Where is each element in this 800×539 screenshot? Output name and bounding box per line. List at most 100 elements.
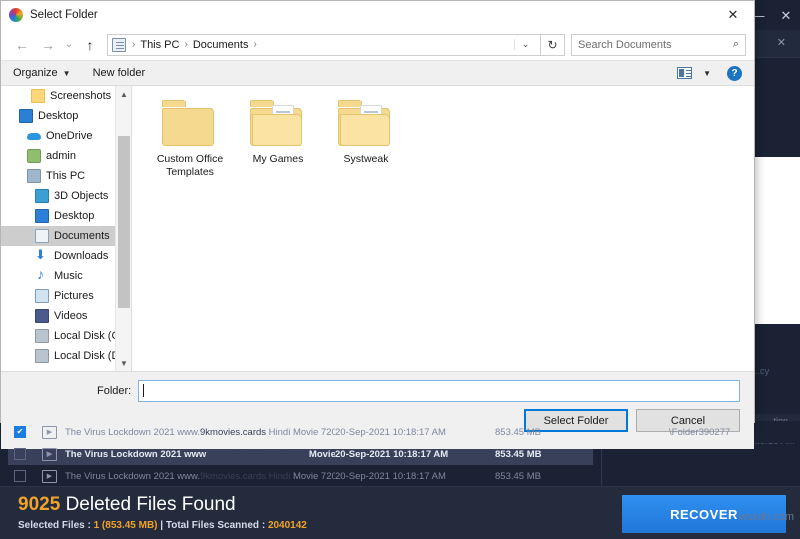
select-folder-dialog: Select Folder ✕ ← → ⌄ ↑ › This PC › Docu… (0, 0, 755, 449)
tree-item-admin[interactable]: admin (1, 146, 131, 166)
new-folder-button[interactable]: New folder (93, 67, 146, 79)
search-input[interactable]: Search Documents ⌕ (571, 33, 746, 56)
desktop-icon (19, 109, 33, 123)
organize-button[interactable]: Organize ▼ (13, 67, 71, 79)
documents-icon (35, 229, 49, 243)
tree-item-pictures[interactable]: Pictures (1, 286, 131, 306)
tree-item-3d-objects[interactable]: 3D Objects (1, 186, 131, 206)
tree-item-label: admin (46, 150, 76, 162)
watermark: wsxdn.com (738, 511, 794, 523)
cell-size: 853.45 MB (495, 470, 541, 482)
dialog-command-bar: Organize ▼ New folder ▼ ? (1, 60, 754, 86)
table-row[interactable]: ▶ The Virus Lockdown 2021 www.9kmovies.c… (0, 465, 800, 487)
refresh-icon[interactable]: ↻ (541, 33, 565, 56)
folder-icon (250, 100, 306, 146)
scrollbar-thumb[interactable] (118, 136, 130, 308)
selected-files-value: 1 (853.45 MB) (93, 520, 158, 531)
cell-file-name: The Virus Lockdown 2021 www.9kmovies.car… (65, 448, 335, 460)
breadcrumb[interactable]: › This PC › Documents › ⌄ (107, 33, 541, 56)
dialog-title-bar: Select Folder ✕ (1, 1, 754, 29)
info-line: Files that are severely damaged or (750, 202, 800, 216)
info-card-text: Files that are severely damaged or corru… (750, 202, 800, 282)
tree-item-downloads[interactable]: Downloads (1, 246, 131, 266)
cell-file-name: The Virus Lockdown 2021 www.9kmovies.car… (65, 470, 335, 482)
tree-item-label: Music (54, 270, 83, 282)
tree-item-desktop-pc[interactable]: Desktop (1, 206, 131, 226)
navigation-tree: Screenshots Desktop OneDrive admin This … (1, 86, 132, 371)
breadcrumb-separator: › (132, 39, 136, 50)
row-checkbox[interactable] (14, 448, 26, 460)
tree-item-documents[interactable]: Documents (1, 226, 131, 246)
deleted-files-found-title: 9025 Deleted Files Found (18, 494, 236, 516)
tree-scrollbar[interactable]: ▲ ▼ (115, 86, 131, 371)
info-line: a Quick scan to perform. (750, 244, 800, 258)
chevron-down-icon[interactable]: ▼ (703, 69, 711, 78)
close-icon[interactable]: ✕ (772, 0, 800, 30)
downloads-icon (35, 247, 49, 263)
cell-size: 853.45 MB (495, 426, 541, 438)
info-line: A Preview may not be available. (750, 268, 800, 282)
tree-item-local-disk-c[interactable]: Local Disk (C:) (1, 326, 131, 346)
folder-item-systweak[interactable]: Systweak (322, 100, 410, 179)
forward-icon[interactable]: → (35, 32, 61, 58)
three-d-objects-icon (35, 189, 49, 203)
tree-item-screenshots[interactable]: Screenshots (1, 86, 131, 106)
new-folder-label: New folder (92, 67, 146, 79)
screen-root: — ✕ ✕ Files that are severely damaged or… (0, 0, 800, 539)
help-icon[interactable]: ? (727, 65, 742, 81)
user-icon (27, 149, 41, 163)
folder-icon (31, 89, 45, 103)
up-icon[interactable]: ↑ (77, 32, 103, 58)
tree-item-music[interactable]: Music (1, 266, 131, 286)
folder-name-input[interactable] (138, 379, 740, 402)
row-checkbox[interactable] (14, 426, 26, 438)
tree-item-videos[interactable]: Videos (1, 306, 131, 326)
status-divider: | (157, 520, 166, 531)
tree-item-label: Screenshots (50, 90, 112, 102)
video-file-icon: ▶ (42, 469, 57, 483)
tree-item-local-disk-d[interactable]: Local Disk (D:) (1, 346, 131, 366)
tree-item-this-pc[interactable]: This PC (1, 166, 131, 186)
recent-locations-icon[interactable]: ⌄ (61, 32, 77, 58)
deleted-files-count: 9025 (18, 494, 61, 515)
disk-icon (35, 329, 49, 343)
chevron-down-icon: ▼ (62, 68, 71, 78)
file-browser-pane: Custom Office Templates My Games Systwea… (132, 86, 754, 371)
breadcrumb-item-this-pc[interactable]: This PC (137, 39, 182, 51)
videos-icon (35, 309, 49, 323)
folder-label: Custom Office Templates (156, 153, 224, 178)
breadcrumb-separator: › (253, 39, 257, 50)
search-icon: ⌕ (732, 38, 739, 50)
folder-item-custom-office-templates[interactable]: Custom Office Templates (146, 100, 234, 179)
breadcrumb-item-documents[interactable]: Documents (190, 39, 252, 51)
chevron-down-icon[interactable]: ⌄ (514, 39, 536, 50)
folder-field-label: Folder: (97, 384, 132, 397)
this-pc-icon (27, 169, 41, 183)
tree-item-desktop[interactable]: Desktop (1, 106, 131, 126)
sub-close-icon[interactable]: ✕ (777, 36, 786, 49)
folder-item-my-games[interactable]: My Games (234, 100, 322, 179)
scroll-down-icon[interactable]: ▼ (116, 355, 131, 371)
cell-date: 20-Sep-2021 10:18:17 AM (335, 470, 446, 482)
breadcrumb-separator: › (184, 39, 188, 50)
command-bar-right: ▼ ? (677, 65, 742, 81)
folder-icon (338, 100, 394, 146)
row-checkbox[interactable] (14, 470, 26, 482)
tree-item-label: Desktop (54, 210, 95, 222)
tree-item-label: OneDrive (46, 130, 93, 142)
dialog-title: Select Folder (30, 9, 98, 21)
tree-item-onedrive[interactable]: OneDrive (1, 126, 131, 146)
back-icon[interactable]: ← (9, 32, 35, 58)
total-scanned-value: 2040142 (267, 520, 307, 531)
organize-label: Organize (13, 67, 58, 79)
scroll-up-icon[interactable]: ▲ (116, 86, 131, 102)
cell-file-name: The Virus Lockdown 2021 www.9kmovies.car… (65, 426, 335, 438)
cell-date: 20-Sep-2021 10:18:17 AM (335, 448, 449, 460)
desktop-icon (35, 209, 49, 223)
folder-icon (162, 100, 218, 146)
cell-location: \Folder390277 (669, 426, 731, 438)
dialog-close-icon[interactable]: ✕ (712, 1, 754, 29)
onedrive-cloud-icon (27, 129, 41, 143)
folder-field-row: Folder: (1, 371, 754, 409)
view-layout-icon[interactable] (677, 67, 693, 79)
